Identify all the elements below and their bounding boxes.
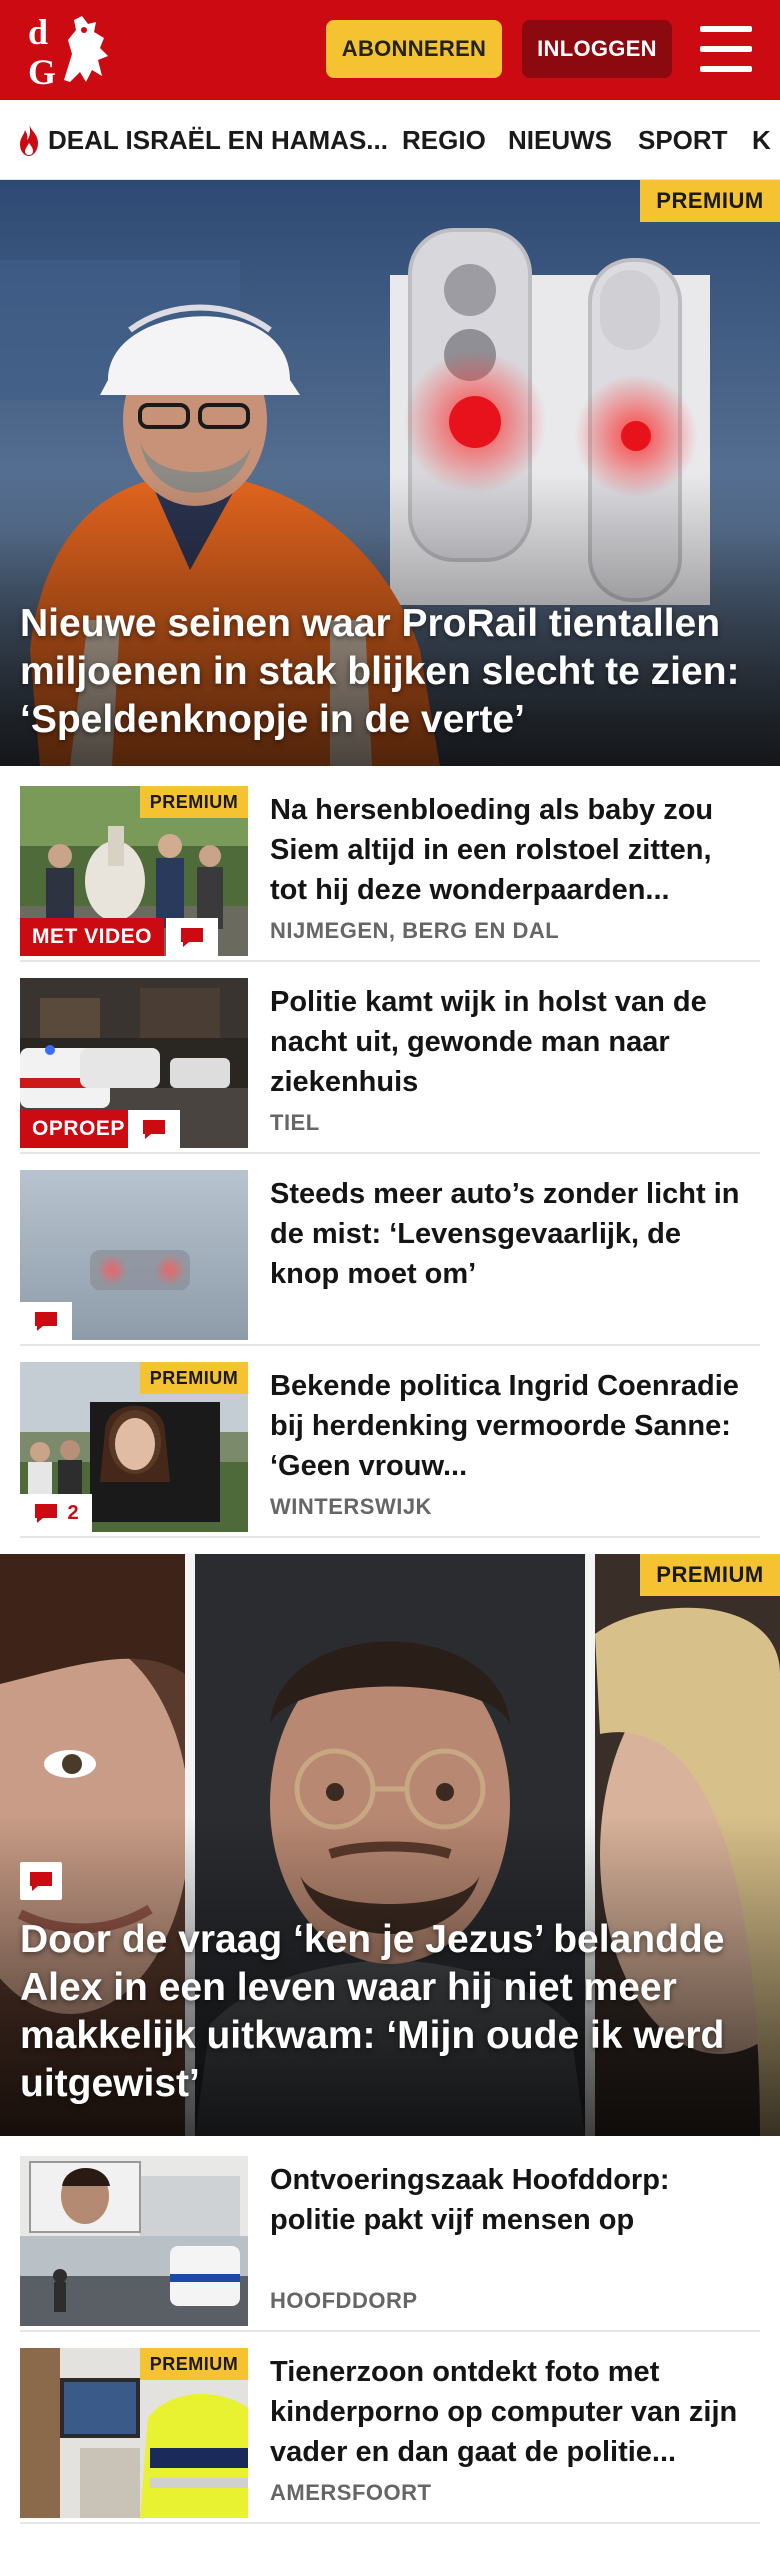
comments-link[interactable]: [128, 1110, 180, 1148]
article-thumbnail: PREMIUM MET VIDEO: [20, 786, 248, 956]
subscribe-button[interactable]: ABONNEREN: [326, 20, 502, 78]
comment-icon: [181, 928, 203, 947]
hero-article-prorail[interactable]: PREMIUM Nieuwe seinen waar ProRail tient…: [0, 180, 780, 766]
nav-label: K: [752, 124, 771, 155]
comment-icon: [35, 1504, 58, 1523]
flame-icon: [20, 124, 38, 156]
comments-link[interactable]: [20, 1302, 72, 1340]
nav-label: REGIO: [402, 124, 486, 155]
list-item[interactable]: Ontvoeringszaak Hoofddorp: politie pakt …: [20, 2156, 760, 2332]
article-title: Politie kamt wijk in holst van de nacht …: [270, 986, 707, 1098]
video-label: MET VIDEO: [20, 918, 165, 956]
premium-badge: PREMIUM: [140, 2348, 248, 2380]
list-item[interactable]: OPROEP Politie kamt wijk in holst van de…: [20, 978, 760, 1154]
premium-badge: PREMIUM: [640, 180, 780, 222]
comments-link[interactable]: 2: [20, 1494, 92, 1532]
logo-de-gelderlander[interactable]: d G: [24, 10, 120, 90]
article-location: AMERSFOORT: [270, 2480, 432, 2505]
article-thumbnail: [20, 2156, 248, 2326]
article-title: Na hersenbloeding als baby zou Siem alti…: [270, 794, 714, 906]
nav-item-sport[interactable]: SPORT: [638, 100, 728, 179]
article-title: Tienerzoon ontdekt foto met kinderporno …: [270, 2356, 738, 2468]
nav-label: SPORT: [638, 124, 728, 155]
article-location: HOOFDDORP: [270, 2288, 418, 2313]
list-item[interactable]: PREMIUM MET VIDEO Na hersenbloeding als …: [20, 786, 760, 962]
hero-headline: Door de vraag ‘ken je Jezus’ belandde Al…: [20, 1918, 725, 2105]
article-title: Bekende politica Ingrid Coenradie bij he…: [270, 1370, 739, 1482]
nav-label: DEAL ISRAËL EN HAMAS...: [48, 124, 388, 155]
comment-icon: [35, 1312, 57, 1331]
article-thumbnail: PREMIUM: [20, 2348, 248, 2518]
svg-text:d: d: [28, 12, 48, 52]
article-thumbnail: OPROEP: [20, 978, 248, 1148]
nav-item-regio[interactable]: REGIO: [402, 100, 486, 179]
premium-badge: PREMIUM: [140, 1362, 248, 1394]
comment-icon: [30, 1872, 52, 1891]
oproep-label: OPROEP: [20, 1110, 137, 1148]
premium-badge: PREMIUM: [140, 786, 248, 818]
article-title: Steeds meer auto’s zonder licht in de mi…: [270, 1178, 740, 1290]
comments-link[interactable]: [20, 1862, 62, 1900]
article-location: WINTERSWIJK: [270, 1494, 432, 1519]
svg-text:G: G: [28, 52, 56, 90]
nav-item-deal-israel-hamas[interactable]: DEAL ISRAËL EN HAMAS...: [16, 100, 388, 179]
menu-icon[interactable]: [700, 26, 752, 72]
section-nav: DEAL ISRAËL EN HAMAS... REGIO NIEUWS SPO…: [0, 100, 780, 180]
article-title: Ontvoeringszaak Hoofddorp: politie pakt …: [270, 2164, 670, 2236]
article-thumbnail: PREMIUM 2: [20, 1362, 248, 1532]
list-item[interactable]: PREMIUM 2 Bekende politica Ingrid Coenra…: [20, 1362, 760, 1538]
comments-link[interactable]: [166, 918, 218, 956]
nav-item-nieuws[interactable]: NIEUWS: [508, 100, 612, 179]
article-location: NIJMEGEN, BERG EN DAL: [270, 918, 560, 943]
hero-headline: Nieuwe seinen waar ProRail tientallen mi…: [20, 602, 740, 741]
top-bar: d G ABONNEREN INLOGGEN: [0, 0, 780, 100]
login-button[interactable]: INLOGGEN: [522, 20, 672, 78]
list-item[interactable]: Steeds meer auto’s zonder licht in de mi…: [20, 1170, 760, 1346]
comment-count: 2: [67, 1501, 79, 1524]
premium-badge: PREMIUM: [640, 1554, 780, 1596]
hero-article-alex[interactable]: PREMIUM Door de vraag ‘ken je Jezus’ bel…: [0, 1554, 780, 2136]
nav-item-more[interactable]: K: [752, 100, 771, 179]
nav-label: NIEUWS: [508, 124, 612, 155]
article-location: TIEL: [270, 1110, 320, 1135]
comment-icon: [143, 1120, 165, 1139]
label-text: MET VIDEO: [32, 925, 153, 948]
label-text: OPROEP: [32, 1117, 125, 1140]
list-item[interactable]: PREMIUM Tienerzoon ontdekt foto met kind…: [20, 2348, 760, 2524]
article-thumbnail: [20, 1170, 248, 1340]
